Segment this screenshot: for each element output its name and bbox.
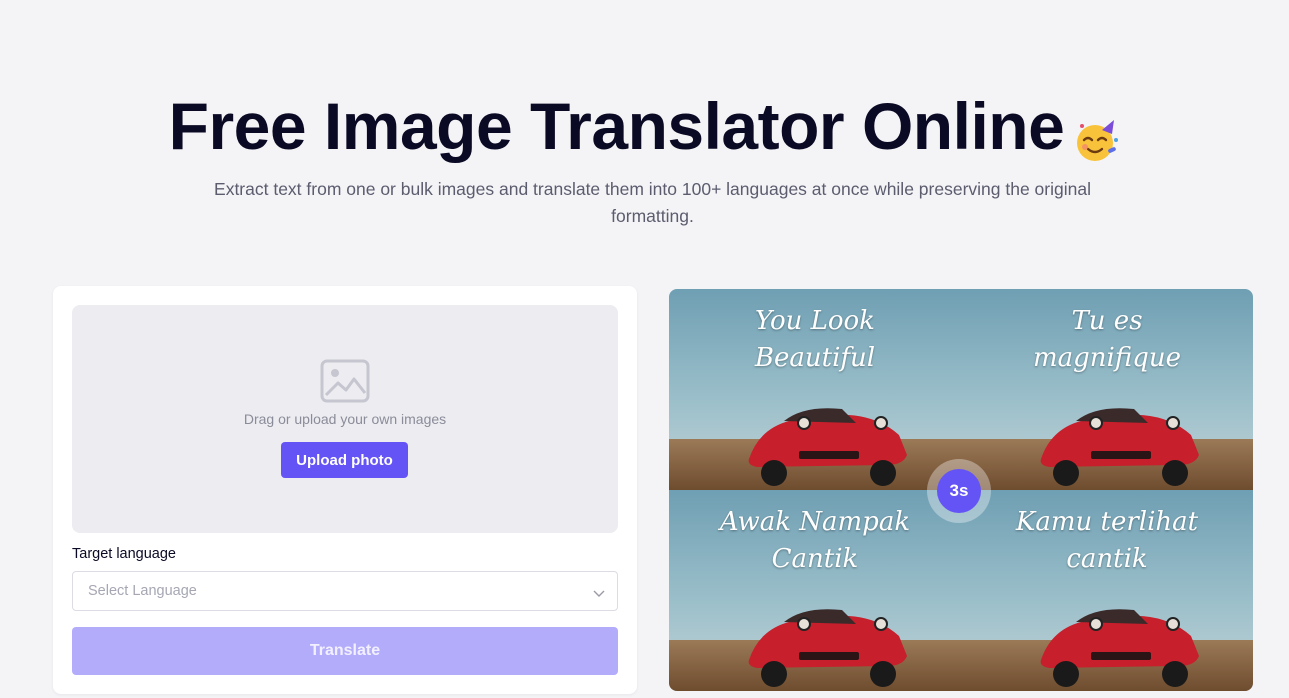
preview-quadrant: You Look Beautiful: [669, 289, 961, 490]
quadrant-caption: Kamu terlihat cantik: [1015, 507, 1199, 574]
image-icon: [320, 359, 370, 403]
language-select-placeholder: Select Language: [88, 583, 197, 599]
countdown-ring: 3s: [927, 459, 991, 523]
page-title: Free Image Translator Online: [0, 88, 1289, 164]
preview-quadrant: Kamu terlihat cantik: [961, 490, 1253, 691]
quadrant-caption: Awak Nampak Cantik: [719, 507, 911, 574]
page-title-text: Free Image Translator Online: [168, 89, 1065, 163]
party-face-icon: [1074, 103, 1120, 161]
preview-quadrant: Tu es magnifique: [961, 289, 1253, 490]
page-subtitle: Extract text from one or bulk images and…: [214, 179, 1091, 226]
quadrant-caption: You Look Beautiful: [754, 306, 876, 373]
quadrant-caption: Tu es magnifique: [1033, 306, 1181, 373]
translate-button[interactable]: Translate: [72, 627, 618, 675]
language-select[interactable]: Select Language: [72, 571, 618, 611]
target-language-label: Target language: [72, 546, 176, 562]
chevron-down-icon: [593, 586, 605, 597]
preview-quadrant: Awak Nampak Cantik: [669, 490, 961, 691]
countdown-badge: 3s: [937, 469, 981, 513]
dropzone-hint: Drag or upload your own images: [243, 411, 447, 427]
uploader-card: Drag or upload your own images Upload ph…: [53, 286, 637, 694]
upload-photo-button[interactable]: Upload photo: [281, 442, 408, 478]
image-dropzone[interactable]: Drag or upload your own images Upload ph…: [72, 305, 618, 533]
